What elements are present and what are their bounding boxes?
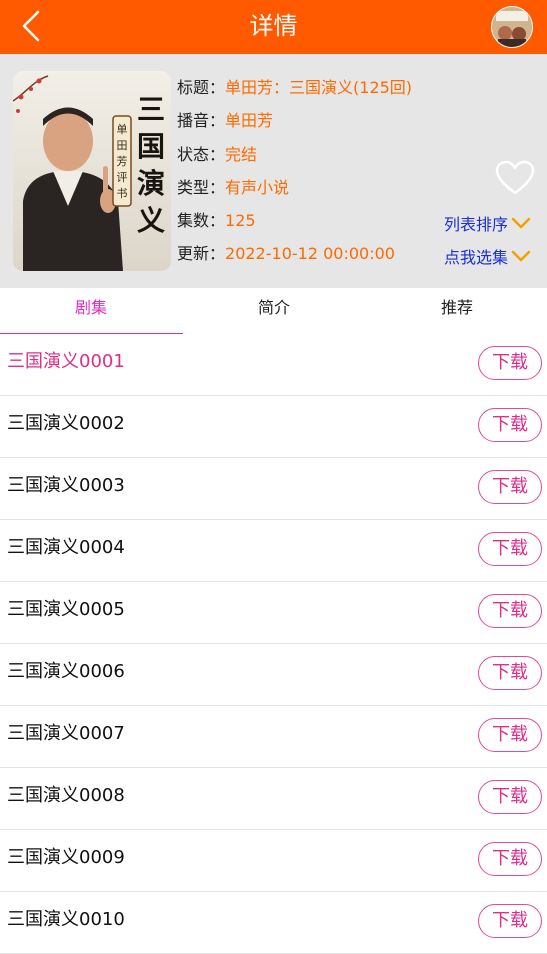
svg-text:义: 义 — [137, 204, 165, 237]
cover-artwork: 单 田 芳 评 书 三 国 演 义 — [13, 71, 171, 271]
list-item: 三国演义0007 下载 — [0, 706, 547, 768]
list-item: 三国演义0003 下载 — [0, 458, 547, 520]
field-label: 类型： — [177, 177, 226, 197]
download-button[interactable]: 下载 — [478, 346, 542, 380]
download-button[interactable]: 下载 — [478, 842, 542, 876]
field-value: 2022-10-12 00:00:00 — [225, 244, 395, 264]
episode-title[interactable]: 三国演义0007 — [7, 706, 125, 762]
list-item: 三国演义0001 下载 — [0, 334, 547, 396]
download-button[interactable]: 下载 — [478, 656, 542, 690]
field-value: 125 — [225, 211, 256, 231]
status-field: 状态：完结 — [177, 138, 412, 171]
field-value: 单田芳 — [225, 111, 274, 131]
field-label: 状态： — [177, 144, 226, 164]
favorite-button[interactable] — [495, 160, 535, 196]
svg-text:单: 单 — [117, 123, 128, 136]
field-value: 有声小说 — [225, 177, 290, 197]
episode-list: 三国演义0001 下载 三国演义0002 下载 三国演义0003 下载 三国演义… — [0, 334, 547, 954]
title-field: 标题：单田芳：三国演义(125回) — [177, 71, 412, 104]
updated-field: 更新：2022-10-12 00:00:00 — [177, 237, 412, 270]
download-button[interactable]: 下载 — [478, 904, 542, 938]
download-button[interactable]: 下载 — [478, 408, 542, 442]
episode-title[interactable]: 三国演义0001 — [7, 334, 125, 390]
svg-text:芳: 芳 — [117, 154, 128, 168]
select-episode-label: 点我选集 — [443, 248, 508, 267]
chevron-down-icon — [511, 217, 531, 229]
svg-text:书: 书 — [117, 187, 128, 200]
episode-title[interactable]: 三国演义0004 — [7, 520, 125, 576]
svg-text:演: 演 — [137, 167, 165, 200]
download-button[interactable]: 下载 — [478, 780, 542, 814]
avatar[interactable] — [491, 6, 533, 48]
svg-text:评: 评 — [117, 171, 128, 184]
episode-title[interactable]: 三国演义0002 — [7, 396, 125, 452]
top-bar: 详情 — [0, 0, 547, 54]
episode-title[interactable]: 三国演义0003 — [7, 458, 125, 514]
page-title: 详情 — [249, 12, 298, 40]
avatar-image — [492, 7, 532, 47]
svg-text:三: 三 — [137, 93, 165, 126]
list-item: 三国演义0002 下载 — [0, 396, 547, 458]
episode-title[interactable]: 三国演义0005 — [7, 582, 125, 638]
list-item: 三国演义0008 下载 — [0, 768, 547, 830]
download-button[interactable]: 下载 — [478, 718, 542, 752]
info-fields: 标题：单田芳：三国演义(125回) 播音：单田芳 状态：完结 类型：有声小说 集… — [177, 71, 412, 271]
tab-intro[interactable]: 简介 — [183, 288, 365, 334]
chevron-down-icon — [511, 250, 531, 262]
svg-text:田: 田 — [117, 139, 128, 152]
album-info-panel: 单 田 芳 评 书 三 国 演 义 标题：单田芳：三国演义(125回) 播音：单… — [0, 54, 547, 288]
field-value: 完结 — [225, 144, 258, 164]
list-item: 三国演义0004 下载 — [0, 520, 547, 582]
episode-title[interactable]: 三国演义0006 — [7, 644, 125, 700]
list-item: 三国演义0009 下载 — [0, 830, 547, 892]
select-episode-button[interactable]: 点我选集 — [444, 244, 531, 268]
svg-text:国: 国 — [137, 130, 165, 163]
episode-title[interactable]: 三国演义0008 — [7, 768, 125, 824]
album-cover: 单 田 芳 评 书 三 国 演 义 — [13, 71, 171, 271]
tab-episodes[interactable]: 剧集 — [0, 288, 182, 334]
field-label: 标题： — [177, 78, 226, 97]
field-label: 播音： — [177, 111, 226, 131]
list-item: 三国演义0005 下载 — [0, 582, 547, 644]
list-item: 三国演义0010 下载 — [0, 892, 547, 954]
list-sort-button[interactable]: 列表排序 — [444, 211, 531, 235]
download-button[interactable]: 下载 — [478, 470, 542, 504]
field-label: 更新： — [177, 244, 226, 264]
list-item: 三国演义0006 下载 — [0, 644, 547, 706]
tab-bar: 剧集 简介 推荐 — [0, 288, 547, 335]
episode-title[interactable]: 三国演义0009 — [7, 830, 125, 886]
list-sort-label: 列表排序 — [443, 215, 508, 234]
heart-icon — [495, 160, 535, 195]
type-field: 类型：有声小说 — [177, 171, 412, 204]
download-button[interactable]: 下载 — [478, 532, 542, 566]
download-button[interactable]: 下载 — [478, 594, 542, 628]
field-label: 集数： — [177, 211, 226, 231]
narrator-field: 播音：单田芳 — [177, 104, 412, 137]
tab-recommend[interactable]: 推荐 — [366, 288, 547, 334]
field-value: 单田芳：三国演义(125回) — [225, 78, 413, 97]
episode-count-field: 集数：125 — [177, 204, 412, 237]
